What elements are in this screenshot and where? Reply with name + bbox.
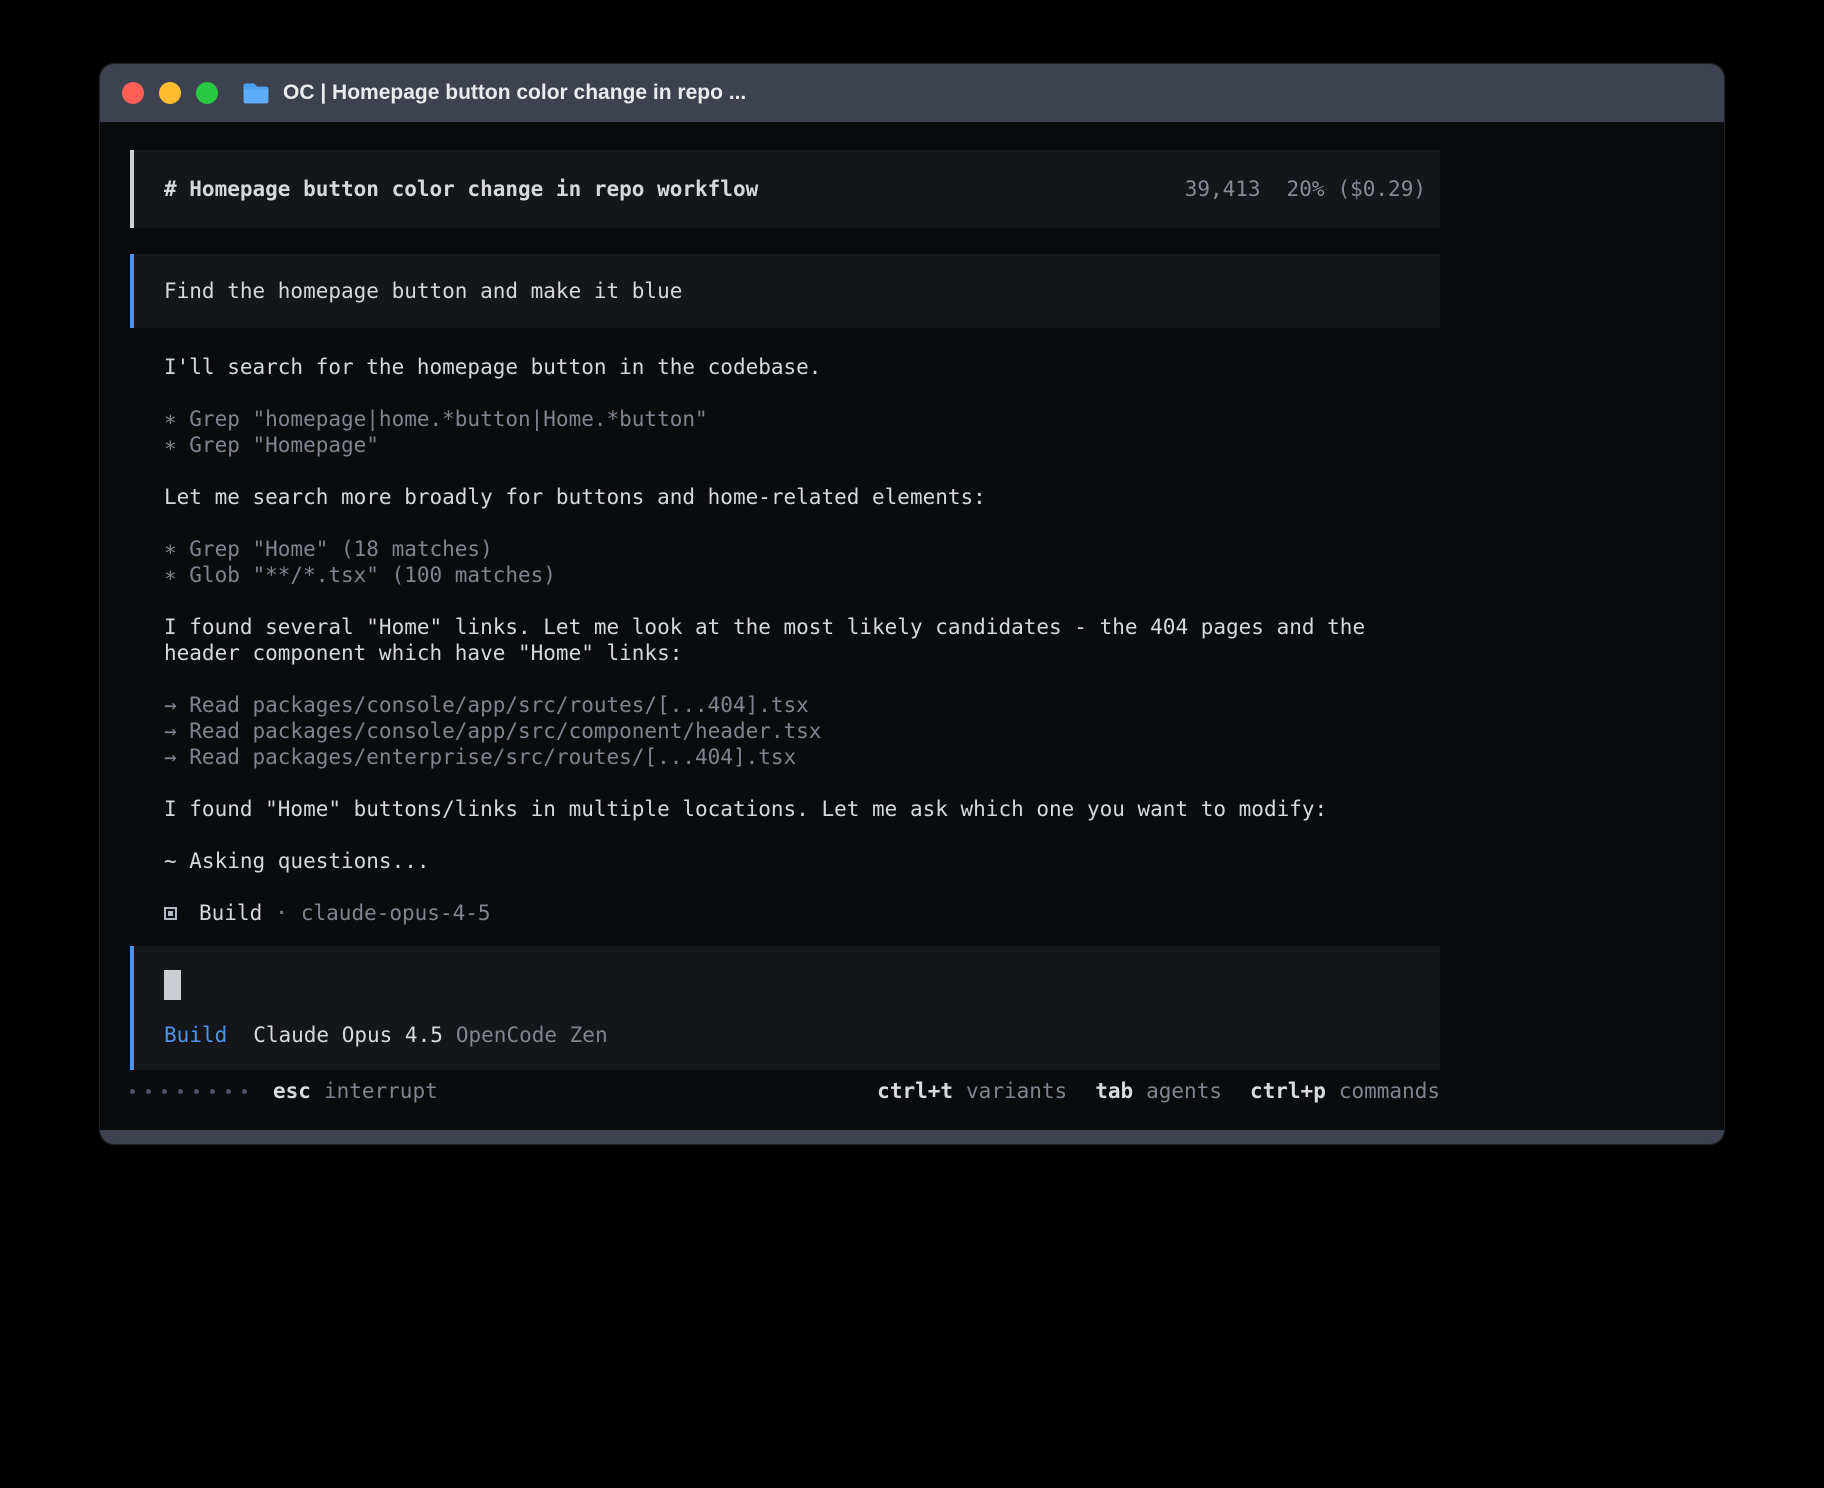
tool-call-read: → Read packages/enterprise/src/routes/[.… (164, 744, 1440, 770)
session-header: # Homepage button color change in repo w… (130, 150, 1440, 228)
zoom-button[interactable] (196, 82, 218, 104)
window-bottom-edge (100, 1130, 1724, 1144)
tool-call-grep: ∗ Grep "Homepage" (164, 432, 1440, 458)
separator-dot: · (275, 900, 288, 926)
esc-key-hint: esc (273, 1078, 311, 1104)
agent-icon (164, 907, 177, 920)
shortcut-commands: ctrl+pcommands (1250, 1078, 1440, 1104)
tool-call-grep: ∗ Grep "Home" (18 matches) (164, 536, 1440, 562)
user-message-text: Find the homepage button and make it blu… (164, 279, 682, 303)
model-name[interactable]: Claude Opus 4.5 (253, 1023, 443, 1047)
token-count: 39,413 (1185, 177, 1261, 201)
user-message: Find the homepage button and make it blu… (130, 254, 1440, 328)
agent-status: Build · claude-opus-4-5 (164, 900, 1440, 926)
assistant-text: I'll search for the homepage button in t… (164, 354, 1440, 380)
tool-call-group: ∗ Grep "Home" (18 matches) ∗ Glob "**/*.… (164, 536, 1440, 588)
prompt-input[interactable]: Build Claude Opus 4.5 OpenCode Zen (130, 946, 1440, 1070)
tool-call-group: → Read packages/console/app/src/routes/[… (164, 692, 1440, 770)
agent-model: claude-opus-4-5 (301, 900, 491, 926)
close-button[interactable] (122, 82, 144, 104)
status-bar: esc interrupt ctrl+tvariants tabagents c… (130, 1078, 1440, 1104)
tool-call-read: → Read packages/console/app/src/routes/[… (164, 692, 1440, 718)
assistant-status-text: ~ Asking questions... (164, 848, 1440, 874)
agent-mode[interactable]: Build (164, 1023, 227, 1047)
text-cursor (164, 970, 181, 1000)
assistant-text: Let me search more broadly for buttons a… (164, 484, 1440, 510)
tool-call-grep: ∗ Grep "homepage|home.*button|Home.*butt… (164, 406, 1440, 432)
spinner (130, 1089, 247, 1094)
assistant-message: I'll search for the homepage button in t… (130, 354, 1440, 926)
esc-label: interrupt (324, 1078, 438, 1104)
folder-icon (242, 82, 270, 105)
titlebar[interactable]: OC | Homepage button color change in rep… (100, 64, 1724, 122)
tool-call-read: → Read packages/console/app/src/componen… (164, 718, 1440, 744)
terminal-window: OC | Homepage button color change in rep… (100, 64, 1724, 1144)
tool-call-glob: ∗ Glob "**/*.tsx" (100 matches) (164, 562, 1440, 588)
model-provider: OpenCode Zen (456, 1023, 608, 1047)
session-title: # Homepage button color change in repo w… (164, 176, 758, 202)
agent-name: Build (199, 900, 262, 926)
traffic-lights (122, 82, 218, 104)
tool-call-group: ∗ Grep "homepage|home.*button|Home.*butt… (164, 406, 1440, 458)
context-percent: 20% (1287, 177, 1325, 201)
window-title: OC | Homepage button color change in rep… (283, 81, 746, 105)
session-stats: 39,413 20% ($0.29) (1185, 176, 1426, 202)
shortcut-agents: tabagents (1095, 1078, 1222, 1104)
minimize-button[interactable] (159, 82, 181, 104)
terminal-content: # Homepage button color change in repo w… (100, 122, 1724, 1130)
assistant-text: I found "Home" buttons/links in multiple… (164, 796, 1440, 822)
shortcut-variants: ctrl+tvariants (877, 1078, 1067, 1104)
assistant-text: I found several "Home" links. Let me loo… (164, 614, 1440, 666)
session-cost: ($0.29) (1337, 177, 1426, 201)
